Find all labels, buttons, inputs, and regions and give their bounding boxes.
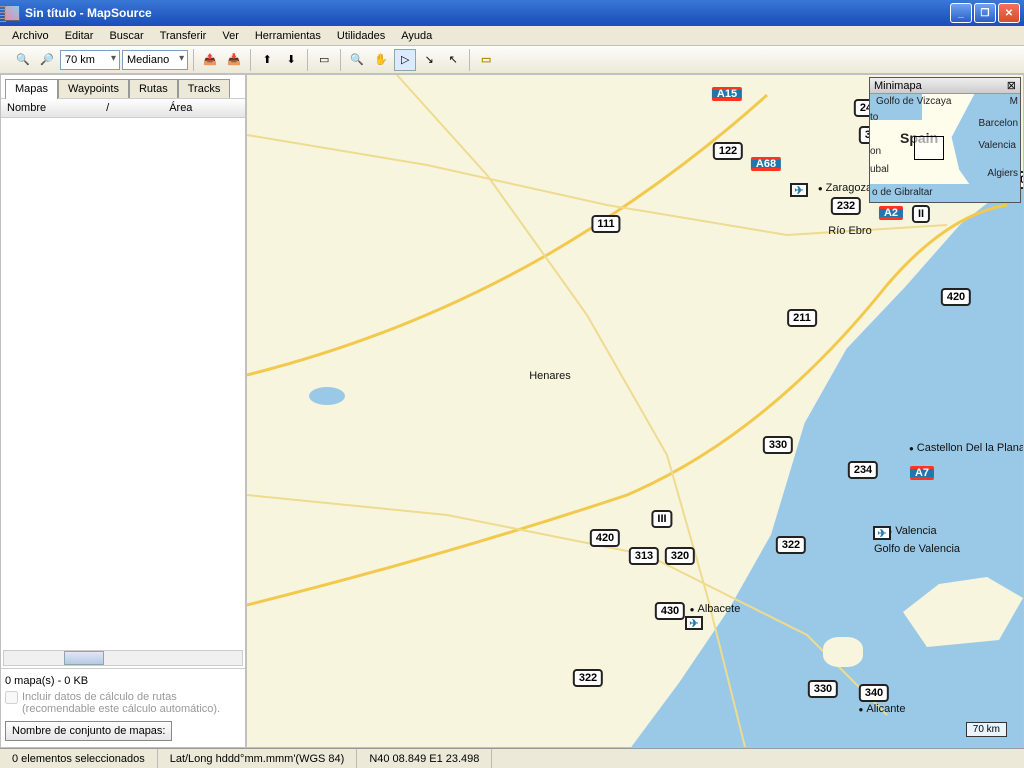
menu-archivo[interactable]: Archivo [4,28,57,44]
city-label: Zaragoza [818,182,872,194]
hwy-shield-a15: A15 [712,87,742,101]
receive-from-device-button[interactable]: 📥 [223,49,245,71]
col-area[interactable]: Área [169,102,192,114]
maximize-button[interactable]: ❐ [974,3,996,23]
select-area-button[interactable]: ▭ [313,49,335,71]
scale-bar: 70 km [966,722,1007,737]
road-shield: III [651,510,672,528]
close-button[interactable]: ✕ [998,3,1020,23]
sidebar-tabs: Mapas Waypoints Rutas Tracks [1,75,245,99]
route-tool-button[interactable]: ↘ [418,49,440,71]
separator [250,49,251,71]
tab-mapas[interactable]: Mapas [5,79,58,99]
minimize-button[interactable]: _ [950,3,972,23]
city-label: Valencia [887,525,936,537]
minimap[interactable]: Minimapa ⊠ Golfo de Vizcaya M to Barcelo… [869,77,1021,203]
road-shield: 420 [941,288,971,306]
send-to-device-button[interactable]: 📤 [199,49,221,71]
pan-tool-button[interactable]: ✋ [370,49,392,71]
road-shield: 320 [665,547,695,565]
tab-rutas[interactable]: Rutas [129,79,178,99]
menu-herramientas[interactable]: Herramientas [247,28,329,44]
zoom-in-button[interactable]: 🔎 [36,49,58,71]
menu-transferir[interactable]: Transferir [152,28,215,44]
transfer-up-button[interactable]: ⬆ [256,49,278,71]
measure-tool-button[interactable]: ▭ [475,49,497,71]
routing-label: Incluir datos de cálculo de rutas (recom… [22,691,241,715]
col-nombre[interactable]: Nombre [7,102,46,114]
road-shield: 234 [848,461,878,479]
toolbar: 🔍 🔎 70 km Mediano 📤 📥 ⬆ ⬇ ▭ 🔍 ✋ ▷ ↘ ↖ ▭ [0,46,1024,74]
city-label: Castellon Del la Plana [909,442,1024,454]
app-icon [4,5,20,21]
statusbar: 0 elementos seleccionados Lat/Long hddd°… [0,748,1024,768]
minimap-title: Minimapa [874,80,922,92]
separator [193,49,194,71]
label-golfo-valencia: Golfo de Valencia [874,543,960,555]
airport-icon [790,183,808,197]
horizontal-scrollbar[interactable] [3,650,243,666]
zoom-tool-button[interactable]: 🔍 [346,49,368,71]
road-shield: 330 [763,436,793,454]
road-shield: 322 [776,536,806,554]
list-header: Nombre / Área [1,98,245,118]
label-rio-ebro: Río Ebro [828,225,871,237]
menu-ver[interactable]: Ver [214,28,247,44]
road-shield: 340 [859,684,889,702]
road-shield: 122 [713,142,743,160]
menu-buscar[interactable]: Buscar [101,28,151,44]
city-label: Albacete [690,603,741,615]
tab-waypoints[interactable]: Waypoints [58,79,129,99]
window-buttons: _ ❐ ✕ [950,3,1020,23]
road-shield: 232 [831,197,861,215]
menu-utilidades[interactable]: Utilidades [329,28,393,44]
minimap-close-icon[interactable]: ⊠ [1007,79,1016,92]
menu-ayuda[interactable]: Ayuda [393,28,440,44]
sidebar: Mapas Waypoints Rutas Tracks Nombre / Ár… [0,74,246,748]
road-shield: 330 [808,680,838,698]
hwy-shield-a2: A2 [879,206,903,220]
city-label: Alicante [859,703,906,715]
road-shield: 111 [591,215,620,233]
status-coord-format: Lat/Long hddd°mm.mmm'(WGS 84) [158,749,358,768]
separator [340,49,341,71]
hwy-shield-a68: A68 [751,157,781,171]
zoom-select[interactable]: 70 km [60,50,120,70]
routing-checkbox[interactable] [5,691,18,704]
map-list[interactable] [1,118,245,648]
pointer-tool-button[interactable]: ↖ [442,49,464,71]
transfer-down-button[interactable]: ⬇ [280,49,302,71]
separator [469,49,470,71]
road-shield: 420 [590,529,620,547]
waypoint-tool-button[interactable]: ▷ [394,49,416,71]
toolbar-grip-icon [0,6,6,24]
road-shield: 211 [787,309,817,327]
airport-icon [685,616,703,630]
window-title: Sin título - MapSource [25,6,950,20]
minimap-viewport[interactable] [914,136,944,160]
map-canvas[interactable]: A15 A68 A2 A2 A7 A7 240 330 122 230 1411… [246,74,1024,748]
tab-tracks[interactable]: Tracks [178,79,231,99]
separator [307,49,308,71]
airport-icon [873,526,891,540]
status-selection: 0 elementos seleccionados [0,749,158,768]
road-shield: 322 [573,669,603,687]
menubar: Archivo Editar Buscar Transferir Ver Her… [0,26,1024,46]
col-sort-icon: / [106,102,109,114]
status-position: N40 08.849 E1 23.498 [357,749,492,768]
road-shield: II [912,205,930,223]
map-count-label: 0 mapa(s) - 0 KB [5,675,241,687]
mapset-name-button[interactable]: Nombre de conjunto de mapas: [5,721,172,741]
titlebar: Sin título - MapSource _ ❐ ✕ [0,0,1024,26]
city-label: Henares [529,370,571,382]
zoom-out-button[interactable]: 🔍 [12,49,34,71]
road-shield: 313 [629,547,659,565]
road-shield: 430 [655,602,685,620]
hwy-shield-a7: A7 [910,466,934,480]
menu-editar[interactable]: Editar [57,28,102,44]
detail-select[interactable]: Mediano [122,50,188,70]
